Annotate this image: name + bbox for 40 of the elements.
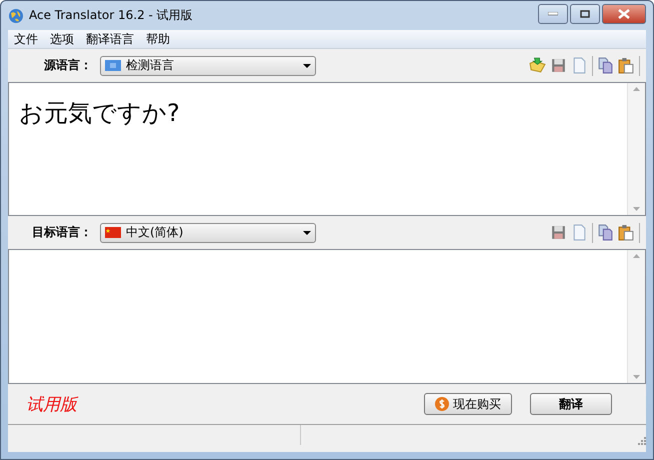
buy-now-button[interactable]: 现在购买 [424, 393, 512, 415]
scroll-up-icon[interactable] [633, 254, 640, 258]
clipboard-icon[interactable] [618, 224, 635, 241]
close-icon [618, 8, 630, 18]
scroll-up-icon[interactable] [633, 87, 640, 91]
target-language-label: 目标语言： [31, 224, 92, 241]
window-title: Ace Translator 16.2 - 试用版 [29, 7, 194, 24]
menu-item[interactable]: 翻译语言 [80, 30, 140, 48]
target-language-dropdown[interactable]: 中文(简体) [100, 222, 316, 242]
minimize-button[interactable] [538, 4, 568, 24]
scrollbar[interactable] [627, 83, 645, 215]
scrollbar[interactable] [627, 250, 645, 383]
close-button[interactable] [602, 4, 646, 24]
folder-icon[interactable] [529, 57, 546, 74]
menu-item[interactable]: 选项 [44, 30, 80, 48]
coin-icon [435, 397, 449, 411]
blank-page-icon[interactable] [571, 57, 588, 74]
maximize-icon [580, 10, 590, 18]
maximize-button[interactable] [570, 4, 600, 24]
language-flag-icon [105, 60, 121, 71]
minimize-icon [548, 12, 558, 16]
source-text: お元気ですか? [19, 99, 180, 127]
globe-icon [8, 8, 24, 24]
copy-icon[interactable] [597, 57, 614, 74]
scroll-down-icon[interactable] [633, 207, 640, 211]
resize-grip-icon[interactable] [636, 435, 646, 445]
blank-page-icon[interactable] [571, 224, 588, 241]
menu-item[interactable]: 帮助 [140, 30, 176, 48]
clipboard-icon[interactable] [618, 57, 635, 74]
translate-button[interactable]: 翻译 [530, 393, 612, 415]
source-language-dropdown[interactable]: 检测语言 [100, 56, 316, 76]
scroll-down-icon[interactable] [633, 375, 640, 379]
trial-label: 试用版 [26, 394, 80, 416]
copy-icon[interactable] [597, 224, 614, 241]
menu-item[interactable]: 文件 [8, 30, 44, 48]
source-language-label: 源语言： [43, 57, 92, 74]
dropdown-arrow-icon [303, 64, 311, 68]
flag-icon [105, 227, 121, 238]
dropdown-arrow-icon [303, 230, 311, 234]
source-text-area[interactable]: お元気ですか? [8, 82, 646, 216]
